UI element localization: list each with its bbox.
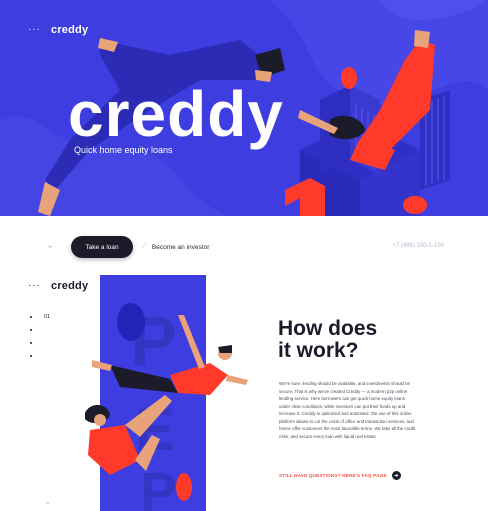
section-title-line1: How does: [278, 317, 378, 340]
chevron-down-icon[interactable]: ⌄: [44, 496, 52, 507]
pencil-icon: ⟋: [142, 243, 147, 250]
phone-number[interactable]: +7 (495) 150-1-150: [392, 243, 444, 249]
hero-section: ··· creddy creddy Quick home equity loan…: [0, 0, 488, 216]
menu-dots-icon[interactable]: ···: [28, 281, 41, 291]
header-logo[interactable]: creddy: [51, 24, 88, 36]
take-loan-button[interactable]: Take a loan: [71, 236, 133, 258]
page: ··· creddy creddy Quick home equity loan…: [0, 0, 488, 511]
hero-topbar: ··· creddy: [28, 24, 88, 36]
section-title: How does it work?: [278, 318, 377, 362]
arrow-right-icon: ➜: [391, 471, 401, 480]
become-investor-link[interactable]: ⟋ Become an investor: [142, 243, 209, 251]
pagination-dot[interactable]: [30, 342, 32, 344]
faq-link[interactable]: STILL HAVE QUESTIONS? HERE'S FAQ PAGE ➜: [279, 471, 401, 480]
pagination-dot[interactable]: [30, 329, 32, 331]
section-pagination: [30, 316, 32, 357]
how-it-works-illustration: P E P: [85, 302, 248, 511]
pagination-dot[interactable]: [30, 316, 32, 318]
faq-link-label: STILL HAVE QUESTIONS? HERE'S FAQ PAGE: [279, 473, 387, 478]
become-investor-label: Become an investor: [151, 243, 210, 251]
hero-subtitle: Quick home equity loans: [74, 145, 173, 155]
section-body-text: We're sure: lending should be available,…: [279, 381, 416, 439]
hero-title: creddy: [68, 78, 284, 150]
chevron-down-icon[interactable]: ⌄: [46, 240, 54, 251]
section-title-line2: it work?: [278, 339, 359, 362]
step-number: 01: [44, 314, 51, 320]
menu-dots-icon[interactable]: ···: [28, 25, 41, 35]
pagination-dot[interactable]: [30, 355, 32, 357]
